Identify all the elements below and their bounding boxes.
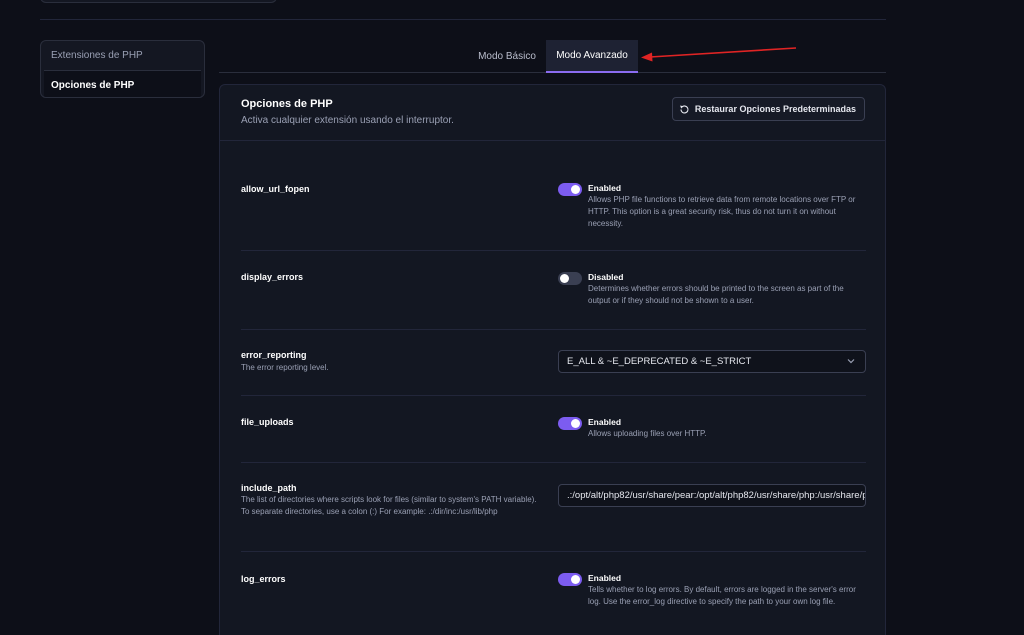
option-name: file_uploads (241, 417, 294, 427)
restore-icon (680, 104, 689, 113)
toggle-log-errors[interactable] (558, 573, 582, 586)
toggle-state-label: Disabled (588, 272, 624, 282)
option-description: Allows PHP file functions to retrieve da… (588, 195, 856, 228)
toggle-state-label: Enabled (588, 417, 622, 427)
sidebar-item-opciones[interactable]: Opciones de PHP (44, 70, 201, 97)
option-name: error_reporting (241, 350, 307, 360)
annotation-arrow (641, 47, 797, 62)
option-row-error-reporting: error_reporting The error reporting leve… (241, 330, 866, 396)
sidebar-item-extensiones[interactable]: Extensiones de PHP (41, 41, 204, 70)
sidebar-nav: Extensiones de PHP Opciones de PHP (40, 40, 205, 98)
option-row-allow-url-fopen: allow_url_fopen Enabled Allows PHP file … (241, 141, 866, 251)
select-value: E_ALL & ~E_DEPRECATED & ~E_STRICT (567, 356, 752, 367)
include-path-input[interactable]: .:/opt/alt/php82/usr/share/pear:/opt/alt… (558, 484, 866, 507)
restore-defaults-label: Restaurar Opciones Predeterminadas (694, 104, 856, 114)
tab-advanced-mode[interactable]: Modo Avanzado (546, 40, 638, 73)
error-reporting-select[interactable]: E_ALL & ~E_DEPRECATED & ~E_STRICT (558, 350, 866, 373)
tab-basic-mode[interactable]: Modo Básico (469, 40, 545, 72)
toggle-allow-url-fopen[interactable] (558, 183, 582, 196)
option-row-file-uploads: file_uploads Enabled Allows uploading fi… (241, 396, 866, 463)
option-row-display-errors: display_errors Disabled Determines wheth… (241, 251, 866, 330)
option-description: The list of directories where scripts lo… (241, 495, 537, 516)
panel-subtitle: Activa cualquier extensión usando el int… (241, 115, 454, 126)
option-description: The error reporting level. (241, 363, 329, 372)
panel-title: Opciones de PHP (241, 98, 333, 110)
restore-defaults-button[interactable]: Restaurar Opciones Predeterminadas (671, 97, 865, 121)
top-field[interactable] (40, 0, 277, 3)
toggle-file-uploads[interactable] (558, 417, 582, 430)
option-name: log_errors (241, 574, 286, 584)
php-options-panel: Opciones de PHP Activa cualquier extensi… (219, 84, 886, 635)
chevron-down-icon (847, 359, 855, 364)
option-description: Determines whether errors should be prin… (588, 284, 844, 305)
toggle-state-label: Enabled (588, 183, 622, 193)
option-description: Tells whether to log errors. By default,… (588, 585, 856, 606)
toggle-state-label: Enabled (588, 573, 622, 583)
toggle-display-errors[interactable] (558, 272, 582, 285)
option-name: allow_url_fopen (241, 184, 310, 194)
divider (40, 19, 886, 20)
option-name: display_errors (241, 272, 304, 282)
panel-header: Opciones de PHP Activa cualquier extensi… (220, 85, 885, 141)
option-row-log-errors: log_errors Enabled Tells whether to log … (241, 552, 866, 635)
option-name: include_path (241, 483, 297, 493)
option-row-include-path: include_path The list of directories whe… (241, 463, 866, 552)
option-description: Allows uploading files over HTTP. (588, 429, 707, 438)
